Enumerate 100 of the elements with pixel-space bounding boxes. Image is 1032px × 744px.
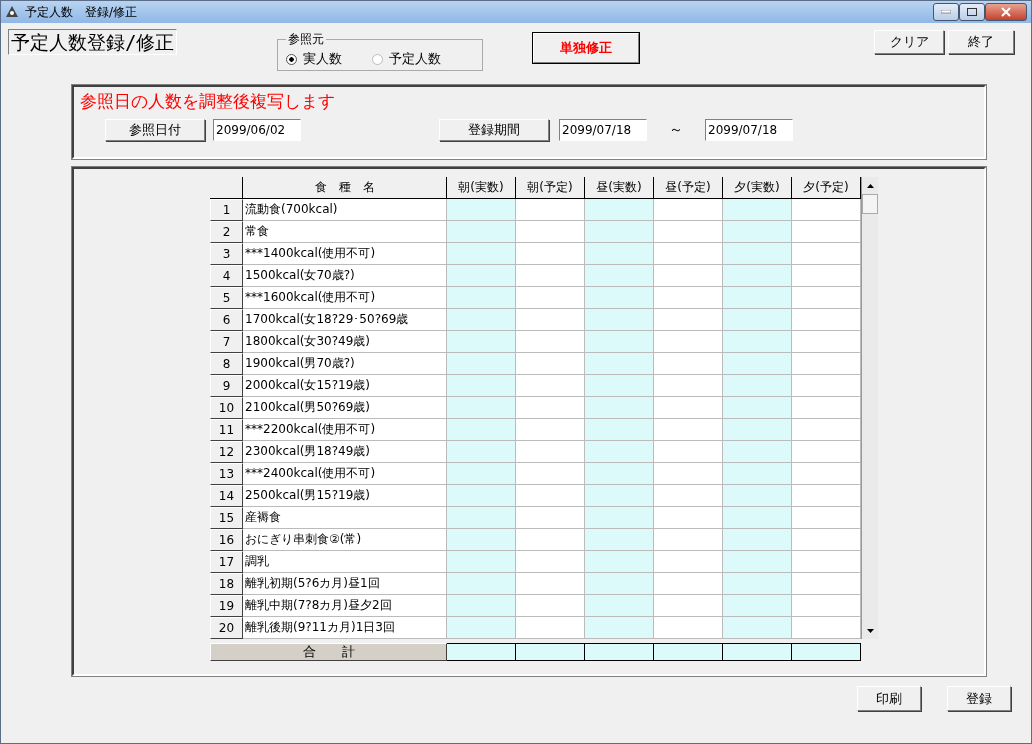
- count-cell[interactable]: [516, 419, 585, 441]
- count-cell[interactable]: [792, 529, 861, 551]
- count-cell[interactable]: [585, 353, 654, 375]
- count-cell[interactable]: [585, 331, 654, 353]
- count-cell[interactable]: [516, 265, 585, 287]
- count-cell[interactable]: [585, 441, 654, 463]
- reference-date-field[interactable]: 2099/06/02: [213, 119, 301, 141]
- count-cell[interactable]: [792, 243, 861, 265]
- count-cell[interactable]: [585, 397, 654, 419]
- period-end-field[interactable]: 2099/07/18: [705, 119, 793, 141]
- count-cell[interactable]: [654, 331, 723, 353]
- count-cell[interactable]: [516, 353, 585, 375]
- count-cell[interactable]: [654, 441, 723, 463]
- count-cell[interactable]: [654, 265, 723, 287]
- count-cell[interactable]: [654, 463, 723, 485]
- single-edit-button[interactable]: 単独修正: [533, 33, 640, 63]
- maximize-button[interactable]: [959, 3, 985, 21]
- count-cell[interactable]: [516, 243, 585, 265]
- count-cell[interactable]: [723, 551, 792, 573]
- count-cell[interactable]: [654, 287, 723, 309]
- count-cell[interactable]: [447, 595, 516, 617]
- count-cell[interactable]: [585, 507, 654, 529]
- count-cell[interactable]: [516, 529, 585, 551]
- count-cell[interactable]: [792, 353, 861, 375]
- count-cell[interactable]: [723, 529, 792, 551]
- count-cell[interactable]: [792, 617, 861, 639]
- count-cell[interactable]: [723, 485, 792, 507]
- count-cell[interactable]: [723, 331, 792, 353]
- count-cell[interactable]: [654, 375, 723, 397]
- count-cell[interactable]: [654, 199, 723, 221]
- count-cell[interactable]: [723, 375, 792, 397]
- count-cell[interactable]: [585, 463, 654, 485]
- count-cell[interactable]: [792, 331, 861, 353]
- count-cell[interactable]: [516, 485, 585, 507]
- count-cell[interactable]: [585, 199, 654, 221]
- close-button[interactable]: [985, 3, 1027, 21]
- radio-icon[interactable]: [372, 53, 384, 65]
- count-cell[interactable]: [516, 221, 585, 243]
- count-cell[interactable]: [792, 287, 861, 309]
- count-cell[interactable]: [447, 331, 516, 353]
- count-cell[interactable]: [447, 397, 516, 419]
- count-cell[interactable]: [447, 507, 516, 529]
- count-cell[interactable]: [516, 287, 585, 309]
- count-cell[interactable]: [447, 221, 516, 243]
- count-cell[interactable]: [723, 441, 792, 463]
- count-cell[interactable]: [792, 551, 861, 573]
- radio-option[interactable]: 予定人数: [372, 50, 442, 68]
- count-cell[interactable]: [792, 221, 861, 243]
- scrollbar[interactable]: [861, 177, 878, 639]
- count-cell[interactable]: [585, 375, 654, 397]
- count-cell[interactable]: [792, 397, 861, 419]
- count-cell[interactable]: [447, 309, 516, 331]
- count-cell[interactable]: [516, 199, 585, 221]
- count-cell[interactable]: [723, 353, 792, 375]
- count-cell[interactable]: [516, 331, 585, 353]
- count-cell[interactable]: [447, 243, 516, 265]
- count-cell[interactable]: [723, 243, 792, 265]
- count-cell[interactable]: [585, 419, 654, 441]
- count-cell[interactable]: [516, 573, 585, 595]
- count-cell[interactable]: [723, 287, 792, 309]
- count-cell[interactable]: [792, 309, 861, 331]
- toolbar-button[interactable]: 終了: [948, 30, 1014, 54]
- count-cell[interactable]: [585, 573, 654, 595]
- count-cell[interactable]: [723, 617, 792, 639]
- toolbar-button[interactable]: クリア: [874, 30, 944, 54]
- count-cell[interactable]: [654, 397, 723, 419]
- count-cell[interactable]: [654, 551, 723, 573]
- count-cell[interactable]: [792, 375, 861, 397]
- count-cell[interactable]: [447, 375, 516, 397]
- count-cell[interactable]: [447, 199, 516, 221]
- count-cell[interactable]: [792, 463, 861, 485]
- count-cell[interactable]: [447, 617, 516, 639]
- count-cell[interactable]: [447, 529, 516, 551]
- count-cell[interactable]: [654, 507, 723, 529]
- count-cell[interactable]: [585, 551, 654, 573]
- count-cell[interactable]: [792, 485, 861, 507]
- count-cell[interactable]: [654, 353, 723, 375]
- count-cell[interactable]: [585, 529, 654, 551]
- period-button[interactable]: 登録期間: [439, 119, 549, 141]
- count-cell[interactable]: [585, 265, 654, 287]
- count-cell[interactable]: [447, 287, 516, 309]
- count-cell[interactable]: [723, 397, 792, 419]
- period-start-field[interactable]: 2099/07/18: [559, 119, 647, 141]
- footer-button[interactable]: 登録: [947, 686, 1011, 711]
- count-cell[interactable]: [723, 507, 792, 529]
- count-cell[interactable]: [723, 309, 792, 331]
- count-cell[interactable]: [792, 507, 861, 529]
- count-cell[interactable]: [654, 595, 723, 617]
- count-cell[interactable]: [585, 243, 654, 265]
- count-cell[interactable]: [792, 573, 861, 595]
- count-cell[interactable]: [516, 309, 585, 331]
- count-cell[interactable]: [585, 221, 654, 243]
- count-cell[interactable]: [447, 265, 516, 287]
- count-cell[interactable]: [447, 419, 516, 441]
- count-cell[interactable]: [516, 463, 585, 485]
- count-cell[interactable]: [723, 199, 792, 221]
- count-cell[interactable]: [723, 419, 792, 441]
- count-cell[interactable]: [447, 463, 516, 485]
- count-cell[interactable]: [516, 375, 585, 397]
- count-cell[interactable]: [516, 507, 585, 529]
